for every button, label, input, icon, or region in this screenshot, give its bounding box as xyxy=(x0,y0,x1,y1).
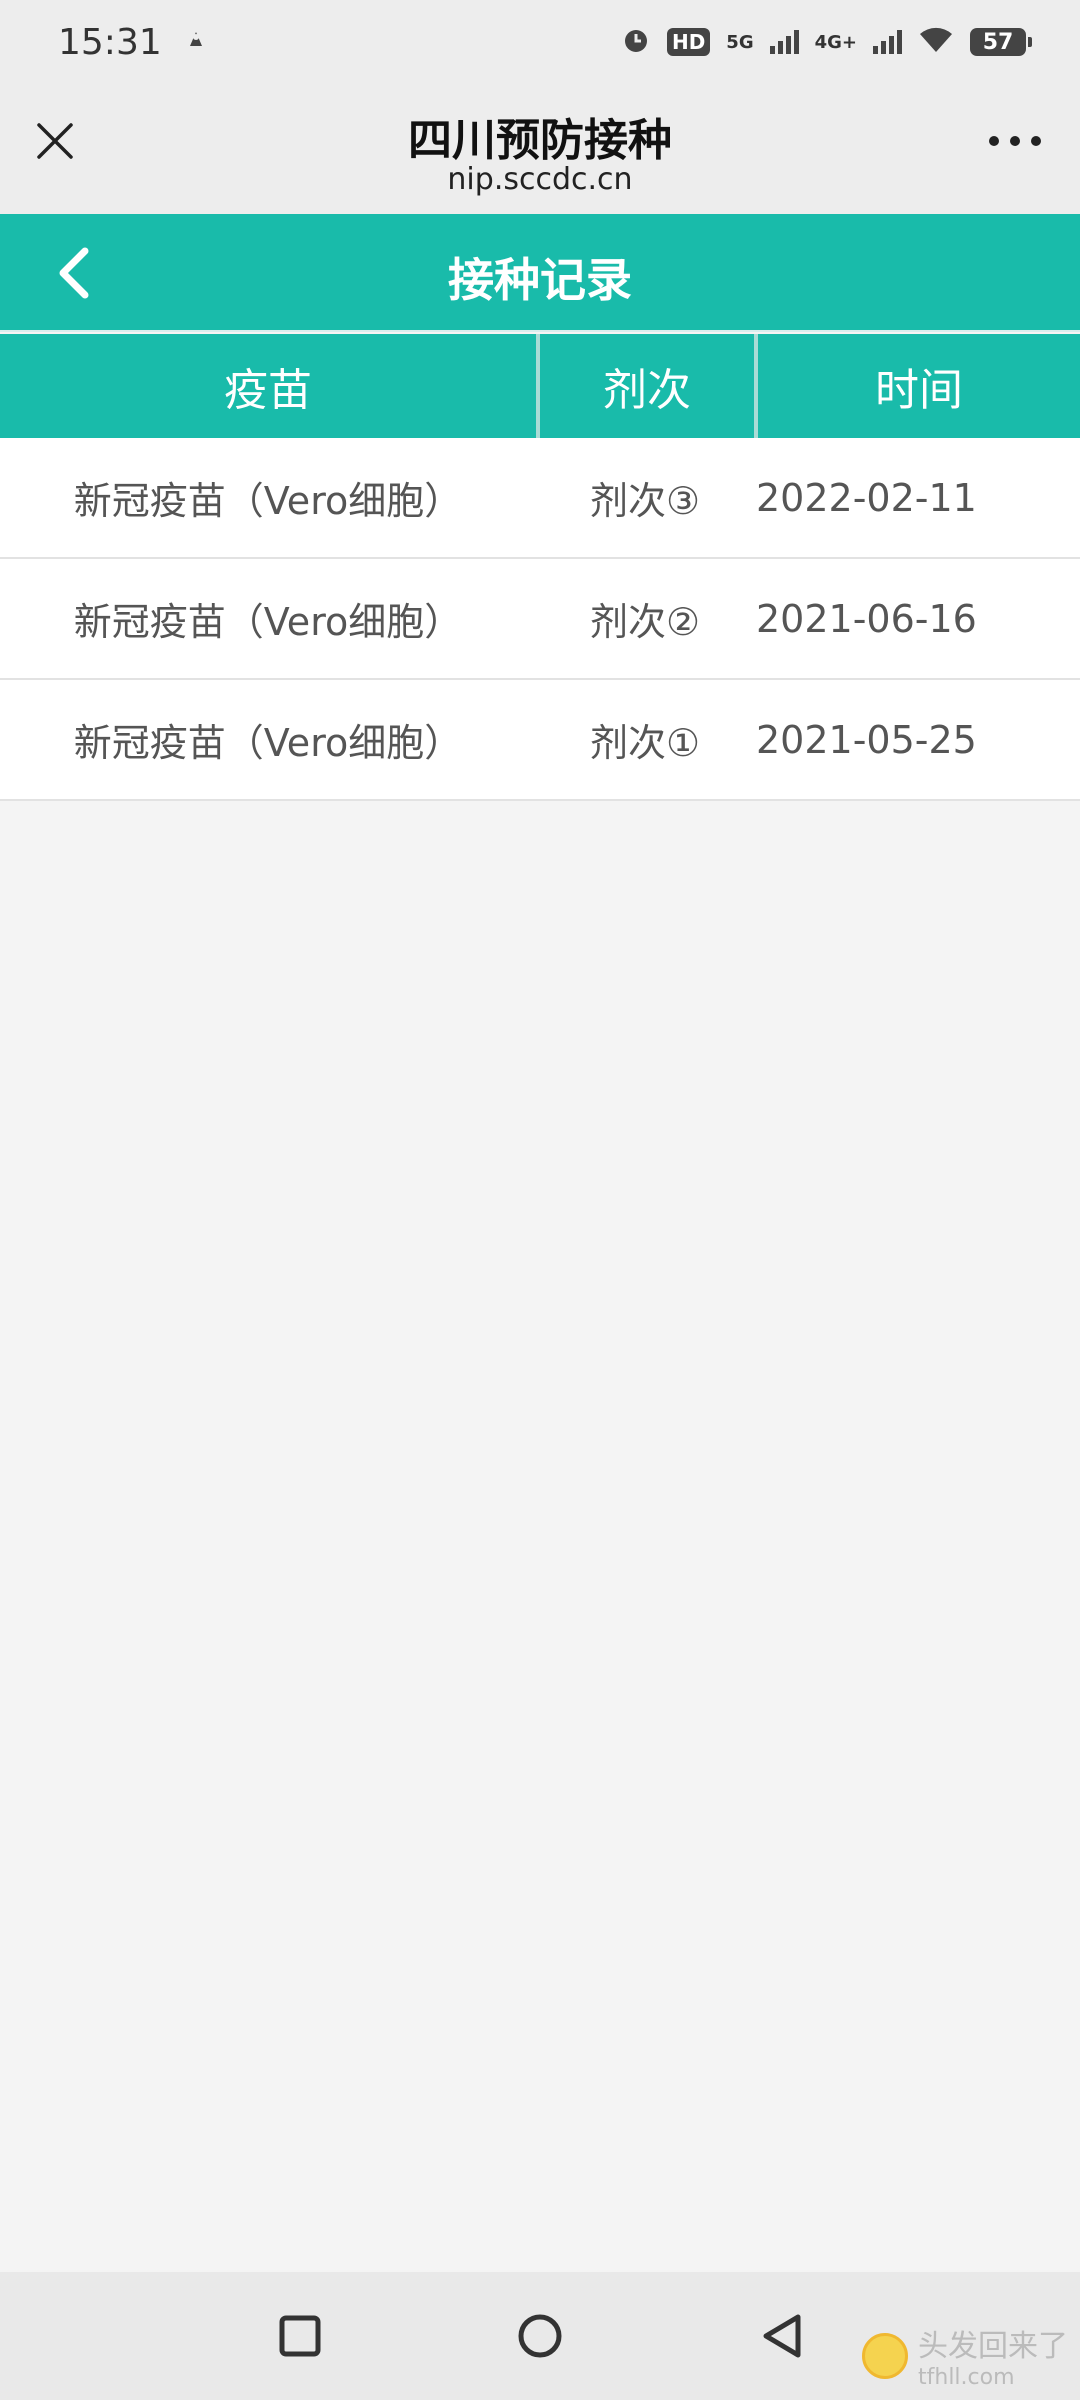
column-header-dose: 剂次 xyxy=(536,334,754,438)
vaccination-records-list: 新冠疫苗（Vero细胞） 剂次③ 2022-02-11 新冠疫苗（Vero细胞）… xyxy=(0,438,1080,801)
page-title: 接种记录 xyxy=(448,253,632,307)
vaccine-name: 新冠疫苗（Vero细胞） xyxy=(73,479,463,523)
more-icon xyxy=(989,136,1041,146)
dose-number: 剂次① xyxy=(589,721,701,765)
watermark-text: 头发回来了 xyxy=(918,2329,1068,2364)
status-time: 15:31 xyxy=(58,21,162,63)
watermark: 头发回来了 tfhll.com xyxy=(862,2321,1068,2390)
battery-icon: 57 xyxy=(970,28,1032,56)
signal-4g-icon xyxy=(873,30,902,54)
more-options-button[interactable] xyxy=(980,118,1050,164)
table-row[interactable]: 新冠疫苗（Vero细胞） 剂次② 2021-06-16 xyxy=(0,559,1080,680)
signal-5g-icon xyxy=(769,30,799,54)
watermark-url: tfhll.com xyxy=(918,2365,1015,2390)
vpn-icon xyxy=(184,28,208,56)
triangle-left-icon xyxy=(763,2314,801,2358)
browser-title: 四川预防接种 xyxy=(408,115,672,166)
network-5g-label: 5G xyxy=(726,31,754,53)
network-4g-label: 4G+ xyxy=(814,31,857,53)
back-nav-button[interactable] xyxy=(752,2306,812,2366)
table-row[interactable]: 新冠疫苗（Vero细胞） 剂次③ 2022-02-11 xyxy=(0,438,1080,559)
column-header-vaccine: 疫苗 xyxy=(224,365,312,416)
system-navigation-bar: 头发回来了 tfhll.com xyxy=(0,2272,1080,2400)
watermark-logo-icon xyxy=(862,2332,908,2379)
column-header-date: 时间 xyxy=(754,334,1080,438)
vaccine-name: 新冠疫苗（Vero细胞） xyxy=(73,721,463,765)
circle-icon xyxy=(518,2314,562,2358)
hd-voice-badge: HD xyxy=(666,28,711,56)
square-icon xyxy=(279,2315,321,2357)
page-header: 接种记录 xyxy=(0,214,1080,332)
status-bar: 15:31 HD 5G 4G+ 57 xyxy=(0,0,1080,84)
table-header: 疫苗 剂次 时间 xyxy=(0,334,1080,438)
browser-bar: 四川预防接种 nip.sccdc.cn xyxy=(0,84,1080,214)
recents-button[interactable] xyxy=(270,2306,330,2366)
home-button[interactable] xyxy=(510,2306,570,2366)
vaccination-date: 2021-05-25 xyxy=(756,717,977,762)
vaccination-date: 2022-02-11 xyxy=(756,475,977,520)
vaccination-date: 2021-06-16 xyxy=(756,596,977,641)
alarm-icon xyxy=(621,25,651,59)
table-row[interactable]: 新冠疫苗（Vero细胞） 剂次① 2021-05-25 xyxy=(0,680,1080,801)
vaccine-name: 新冠疫苗（Vero细胞） xyxy=(73,600,463,644)
dose-number: 剂次② xyxy=(589,600,701,644)
browser-url: nip.sccdc.cn xyxy=(447,162,633,197)
wifi-icon xyxy=(918,26,954,58)
dose-number: 剂次③ xyxy=(589,479,701,523)
